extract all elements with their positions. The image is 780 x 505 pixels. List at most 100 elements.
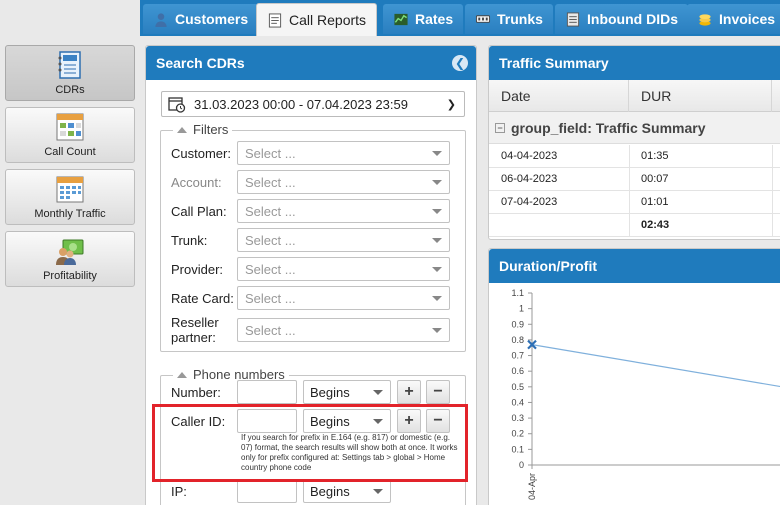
total-dur: 02:43 bbox=[641, 219, 670, 231]
list-icon bbox=[566, 11, 580, 27]
ip-match-value: Begins bbox=[310, 483, 350, 499]
grid-icon bbox=[56, 113, 84, 141]
filter-customer-label: Customer: bbox=[171, 145, 231, 161]
number-remove-button[interactable]: − bbox=[426, 380, 450, 404]
ip-input[interactable] bbox=[237, 479, 297, 503]
dropdown-arrow-icon bbox=[432, 267, 442, 272]
report-icon bbox=[268, 12, 282, 28]
number-input[interactable] bbox=[237, 380, 297, 404]
search-panel-title: Search CDRs bbox=[156, 55, 245, 71]
dropdown-arrow-icon bbox=[373, 390, 383, 395]
table-row: 06-04-2023 00:07 bbox=[489, 168, 780, 191]
customer-select[interactable]: Select ... bbox=[237, 141, 450, 165]
rate-card-select-placeholder: Select ... bbox=[245, 290, 296, 306]
top-tab-bar: Customers Call Reports Rates Trunks Inbo… bbox=[0, 0, 780, 36]
rate-card-select[interactable]: Select ... bbox=[237, 286, 450, 310]
filter-reseller-partner: Reseller partner: Select ... bbox=[171, 315, 450, 345]
tab-trunks[interactable]: Trunks bbox=[465, 4, 553, 34]
y-tick-label: 0.9 bbox=[511, 319, 524, 329]
y-tick-label: 1.1 bbox=[511, 288, 524, 298]
trunk-select[interactable]: Select ... bbox=[237, 228, 450, 252]
filter-call-plan-label: Call Plan: bbox=[171, 203, 227, 219]
y-tick-label: 0.2 bbox=[511, 429, 524, 439]
column-date[interactable]: Date bbox=[489, 80, 629, 112]
dropdown-arrow-icon bbox=[432, 180, 442, 185]
tab-call-reports-label: Call Reports bbox=[289, 12, 367, 28]
collapse-triangle-icon bbox=[177, 126, 187, 133]
number-label: Number: bbox=[171, 384, 221, 400]
calendar-icon bbox=[56, 176, 84, 203]
dropdown-arrow-icon bbox=[373, 489, 383, 494]
filters-legend[interactable]: Filters bbox=[173, 122, 233, 137]
nav-call-count-label: Call Count bbox=[44, 146, 96, 158]
traffic-summary-header: Traffic Summary bbox=[489, 46, 780, 80]
cell-divider bbox=[629, 214, 630, 237]
reseller-partner-select[interactable]: Select ... bbox=[237, 318, 450, 342]
tab-inbound-dids[interactable]: Inbound DIDs bbox=[555, 4, 688, 34]
y-tick-label: 0.8 bbox=[511, 335, 524, 345]
row-date: 04-04-2023 bbox=[501, 150, 558, 162]
duration-profit-chart: 0 0.1 0.2 0.3 0.4 0.5 0.6 0.7 0.8 0.9 1 1.1 04-Apr bbox=[511, 288, 780, 500]
total-row: 02:43 bbox=[489, 214, 780, 237]
y-tick-label: 0.5 bbox=[511, 382, 524, 392]
nav-cdrs[interactable]: CDRs bbox=[5, 45, 135, 101]
nav-call-count[interactable]: Call Count bbox=[5, 107, 135, 163]
filter-trunk-label: Trunk: bbox=[171, 232, 208, 248]
number-add-button[interactable]: + bbox=[397, 380, 421, 404]
duration-profit-title: Duration/Profit bbox=[499, 258, 597, 274]
traffic-table-header: Date DUR bbox=[489, 80, 780, 112]
tab-trunks-label: Trunks bbox=[497, 11, 543, 27]
provider-select[interactable]: Select ... bbox=[237, 257, 450, 281]
notebook-icon bbox=[58, 51, 81, 79]
account-select[interactable]: Select ... bbox=[237, 170, 450, 194]
profit-icon bbox=[56, 239, 84, 265]
calendar-clock-icon bbox=[168, 96, 186, 113]
person-icon bbox=[155, 12, 167, 27]
x-tick-label: 04-Apr bbox=[527, 473, 537, 500]
chart-icon bbox=[394, 13, 408, 25]
tab-customers-label: Customers bbox=[175, 11, 249, 27]
cell-divider bbox=[772, 168, 773, 191]
tab-customers[interactable]: Customers bbox=[143, 4, 259, 34]
call-plan-select[interactable]: Select ... bbox=[237, 199, 450, 223]
dropdown-arrow-icon bbox=[432, 151, 442, 156]
ip-filter-row: IP: Begins bbox=[171, 479, 391, 503]
filter-call-plan: Call Plan: Select ... bbox=[171, 199, 450, 223]
trunk-icon bbox=[475, 14, 491, 23]
left-nav: CDRs Call Count Monthly Traffic Profitab… bbox=[5, 45, 135, 293]
date-range-value: 31.03.2023 00:00 - 07.04.2023 23:59 bbox=[194, 96, 408, 112]
y-tick-label: 0.1 bbox=[511, 444, 524, 454]
filter-reseller-partner-label: Reseller partner: bbox=[171, 315, 219, 345]
provider-select-placeholder: Select ... bbox=[245, 261, 296, 277]
date-range-picker[interactable]: 31.03.2023 00:00 - 07.04.2023 23:59 ❯ bbox=[161, 91, 465, 117]
filters-legend-label: Filters bbox=[193, 122, 229, 137]
search-cdrs-panel: Search CDRs ❮ 31.03.2023 00:00 - 07.04.2… bbox=[145, 45, 477, 505]
column-dur[interactable]: DUR bbox=[629, 80, 772, 112]
filter-provider-label: Provider: bbox=[171, 261, 224, 277]
y-tick-label: 0.4 bbox=[511, 397, 524, 407]
dropdown-arrow-icon bbox=[432, 328, 442, 333]
nav-monthly-traffic[interactable]: Monthly Traffic bbox=[5, 169, 135, 225]
filter-trunk: Trunk: Select ... bbox=[171, 228, 450, 252]
traffic-group-row[interactable]: − group_field: Traffic Summary bbox=[489, 112, 780, 144]
ip-match-select[interactable]: Begins bbox=[303, 479, 391, 503]
customer-select-placeholder: Select ... bbox=[245, 145, 296, 161]
collapse-group-icon[interactable]: − bbox=[495, 122, 505, 133]
tab-invoices[interactable]: Invoices bbox=[687, 4, 780, 34]
tab-inbound-dids-label: Inbound DIDs bbox=[587, 11, 678, 27]
y-tick-label: 0.7 bbox=[511, 351, 524, 361]
nav-profitability[interactable]: Profitability bbox=[5, 231, 135, 287]
number-filter-row: Number: Begins + − bbox=[171, 380, 450, 404]
duration-profit-panel: Duration/Profit 0 0.1 0.2 0.3 0.4 0.5 0.6 0.7 0.… bbox=[488, 248, 780, 505]
caller-id-highlight-box bbox=[152, 404, 468, 482]
tab-rates[interactable]: Rates bbox=[383, 4, 464, 34]
traffic-group-label: group_field: Traffic Summary bbox=[511, 119, 706, 136]
tab-call-reports[interactable]: Call Reports bbox=[256, 3, 378, 36]
nav-cdrs-label: CDRs bbox=[55, 84, 85, 96]
trunk-select-placeholder: Select ... bbox=[245, 232, 296, 248]
row-dur: 01:35 bbox=[641, 150, 669, 162]
dropdown-arrow-icon bbox=[432, 296, 442, 301]
collapse-left-icon[interactable]: ❮ bbox=[452, 55, 468, 71]
number-match-select[interactable]: Begins bbox=[303, 380, 391, 404]
cell-divider bbox=[772, 214, 773, 237]
